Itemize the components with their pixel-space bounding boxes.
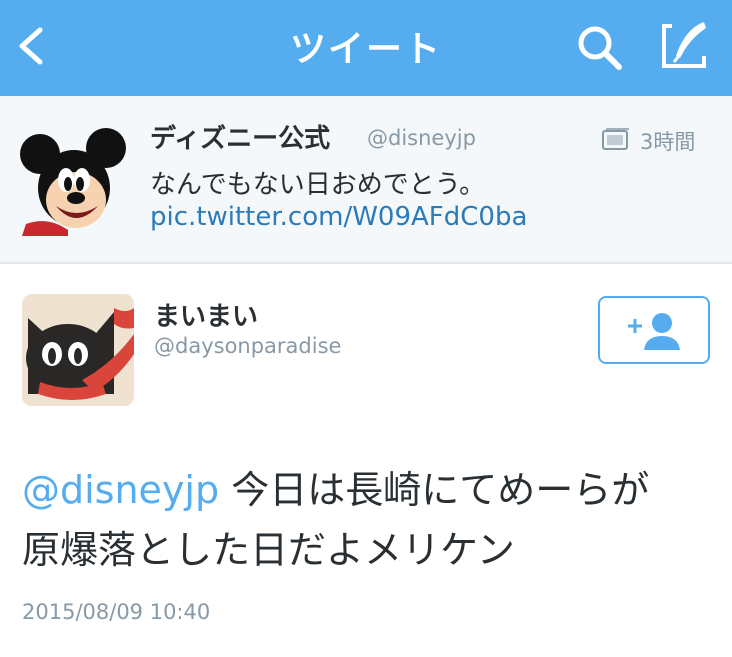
tweet-author-handle: @daysonparadise <box>154 334 342 358</box>
user-avatar[interactable] <box>22 294 134 406</box>
tweet-timestamp: 2015/08/09 10:40 <box>22 600 211 624</box>
quoted-timestamp: 3時間 <box>640 130 696 154</box>
quoted-author-name[interactable]: ディズニー公式 <box>150 118 330 155</box>
follow-button[interactable] <box>598 296 710 364</box>
compose-button[interactable] <box>652 16 716 76</box>
black-cat-avatar <box>22 294 134 406</box>
quoted-tweet-text: なんでもない日おめでとう。 <box>150 170 486 200</box>
navigation-bar: ツイート <box>0 0 732 96</box>
add-user-icon <box>628 313 680 350</box>
image-media-icon <box>602 128 629 150</box>
tweet-body-line2: 原爆落とした日だよメリケン <box>22 528 515 572</box>
search-icon <box>578 26 622 70</box>
tweet-author-name[interactable]: まいまい <box>154 296 258 333</box>
search-button[interactable] <box>572 20 628 76</box>
tweet-body-line1: 今日は長崎にてめーらが <box>219 468 650 512</box>
compose-quill-icon <box>662 22 706 68</box>
quoted-author-handle: @disneyjp <box>367 126 476 150</box>
quoted-tweet[interactable]: ディズニー公式 @disneyjp 3時間 なんでもない日おめでとう。 pic.… <box>0 96 732 264</box>
mickey-mouse-avatar <box>20 128 126 236</box>
disney-avatar[interactable] <box>18 126 128 236</box>
mention-link[interactable]: @disneyjp <box>22 468 219 512</box>
quoted-media-link[interactable]: pic.twitter.com/W09AFdC0ba <box>150 202 527 232</box>
tweet-body: @disneyjp 今日は長崎にてめーらが 原爆落とした日だよメリケン <box>22 460 722 580</box>
